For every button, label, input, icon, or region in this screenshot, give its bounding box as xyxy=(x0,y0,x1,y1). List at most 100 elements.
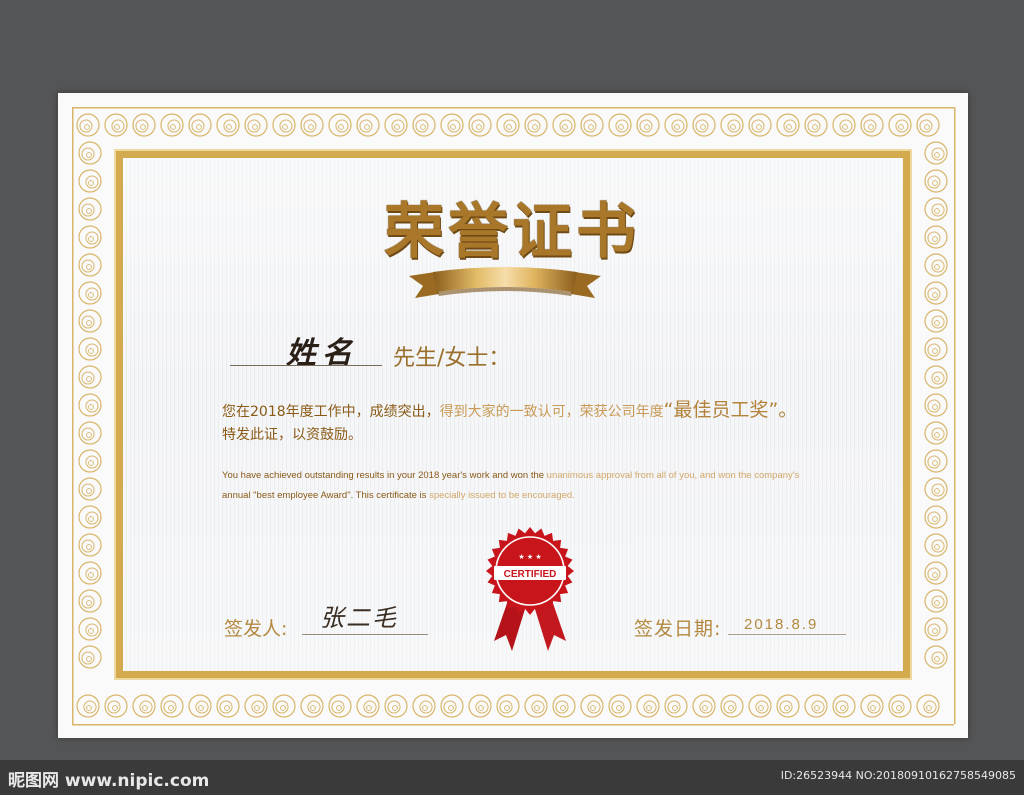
body-cn-part2: 得到大家的一致认可，荣获公司年度 xyxy=(439,404,664,420)
border-rule xyxy=(72,107,954,109)
swirl-ornament xyxy=(924,561,948,585)
swirl-ornament xyxy=(384,113,408,137)
swirl-ornament xyxy=(78,617,102,641)
swirl-ornament xyxy=(924,617,948,641)
issuer-underline xyxy=(302,634,428,635)
swirl-ornament xyxy=(496,694,520,718)
issuer-signature: 张二毛 xyxy=(320,604,398,632)
swirl-ornament xyxy=(328,694,352,718)
swirl-ornament xyxy=(78,645,102,669)
swirl-ornament xyxy=(78,533,102,557)
swirl-ornament xyxy=(924,365,948,389)
body-text-chinese: 您在2018年度工作中，成绩突出，得到大家的一致认可，荣获公司年度“最佳员工奖”… xyxy=(222,398,882,424)
swirl-ornament xyxy=(160,694,184,718)
swirl-ornament xyxy=(552,113,576,137)
swirl-ornament xyxy=(692,113,716,137)
swirl-ornament xyxy=(524,113,548,137)
certificate-title: 荣誉证书 xyxy=(384,197,640,267)
date-underline xyxy=(728,634,846,635)
swirl-ornament xyxy=(832,694,856,718)
body-en-part2: unanimous approval from all of you, and … xyxy=(546,470,800,481)
swirl-ornament xyxy=(924,645,948,669)
swirl-ornament xyxy=(440,694,464,718)
swirl-ornament xyxy=(78,281,102,305)
swirl-ornament xyxy=(244,694,268,718)
swirl-ornament xyxy=(636,694,660,718)
swirl-ornament xyxy=(78,421,102,445)
swirl-ornament xyxy=(832,113,856,137)
gold-ribbon-banner xyxy=(409,267,601,298)
swirl-ornament xyxy=(78,309,102,333)
swirl-ornament xyxy=(720,113,744,137)
seal-text: CERTIFIED xyxy=(504,569,557,580)
swirl-ornament xyxy=(924,281,948,305)
swirl-ornament xyxy=(580,113,604,137)
swirl-ornament xyxy=(804,113,828,137)
swirl-ornament xyxy=(78,589,102,613)
swirl-ornament xyxy=(924,589,948,613)
swirl-ornament xyxy=(78,141,102,165)
swirl-ornament xyxy=(78,477,102,501)
swirl-ornament xyxy=(104,694,128,718)
issue-date-value: 2018.8.9 xyxy=(744,616,819,633)
body-cn-part1: 您在2018年度工作中，成绩突出， xyxy=(222,404,440,420)
swirl-ornament xyxy=(160,113,184,137)
swirl-ornament xyxy=(924,477,948,501)
swirl-ornament xyxy=(776,694,800,718)
swirl-ornament xyxy=(664,694,688,718)
award-name: 最佳员工奖 xyxy=(673,399,769,421)
swirl-ornament xyxy=(132,694,156,718)
watermark-site-logo: 昵图网 www.nipic.com xyxy=(8,771,210,791)
swirl-ornament xyxy=(924,533,948,557)
body-en-part1: You have achieved outstanding results in… xyxy=(222,470,547,481)
swirl-ornament xyxy=(748,113,772,137)
swirl-ornament xyxy=(300,694,324,718)
swirl-ornament xyxy=(720,694,744,718)
swirl-ornament xyxy=(244,113,268,137)
swirl-ornament xyxy=(272,694,296,718)
award-close-quote: ”。 xyxy=(768,399,798,421)
body-en-line2a: annual "best employee Award". This certi… xyxy=(222,490,430,501)
swirl-ornament xyxy=(78,561,102,585)
swirl-ornament xyxy=(384,694,408,718)
swirl-ornament xyxy=(272,113,296,137)
swirl-ornament xyxy=(468,113,492,137)
swirl-ornament xyxy=(692,694,716,718)
swirl-ornament xyxy=(216,113,240,137)
swirl-ornament xyxy=(356,113,380,137)
certified-seal: ★ ★ ★ CERTIFIED xyxy=(486,527,574,651)
swirl-ornament xyxy=(664,113,688,137)
issuer-label: 签发人: xyxy=(224,618,288,640)
swirl-ornament xyxy=(924,309,948,333)
swirl-ornament xyxy=(748,694,772,718)
swirl-ornament xyxy=(412,113,436,137)
swirl-ornament xyxy=(916,694,940,718)
swirl-ornament xyxy=(924,449,948,473)
name-underline xyxy=(230,365,382,366)
swirl-ornament xyxy=(104,113,128,137)
swirl-ornament xyxy=(804,694,828,718)
swirl-ornament xyxy=(78,393,102,417)
swirl-ornament xyxy=(924,505,948,529)
swirl-ornament xyxy=(356,694,380,718)
swirl-ornament xyxy=(188,694,212,718)
swirl-ornament xyxy=(412,694,436,718)
swirl-ornament xyxy=(328,113,352,137)
border-rule xyxy=(72,724,954,726)
salutation: 先生/女士： xyxy=(393,346,511,371)
swirl-ornament xyxy=(636,113,660,137)
issue-date-label: 签发日期: xyxy=(634,618,722,640)
swirl-ornament xyxy=(924,141,948,165)
swirl-ornament xyxy=(78,337,102,361)
swirl-ornament xyxy=(300,113,324,137)
swirl-ornament xyxy=(468,694,492,718)
swirl-ornament xyxy=(78,449,102,473)
seal-stars: ★ ★ ★ xyxy=(518,553,541,561)
swirl-ornament xyxy=(776,113,800,137)
swirl-ornament xyxy=(924,393,948,417)
swirl-ornament xyxy=(78,505,102,529)
swirl-ornament xyxy=(888,694,912,718)
swirl-ornament xyxy=(552,694,576,718)
swirl-ornament xyxy=(188,113,212,137)
swirl-ornament xyxy=(76,113,100,137)
